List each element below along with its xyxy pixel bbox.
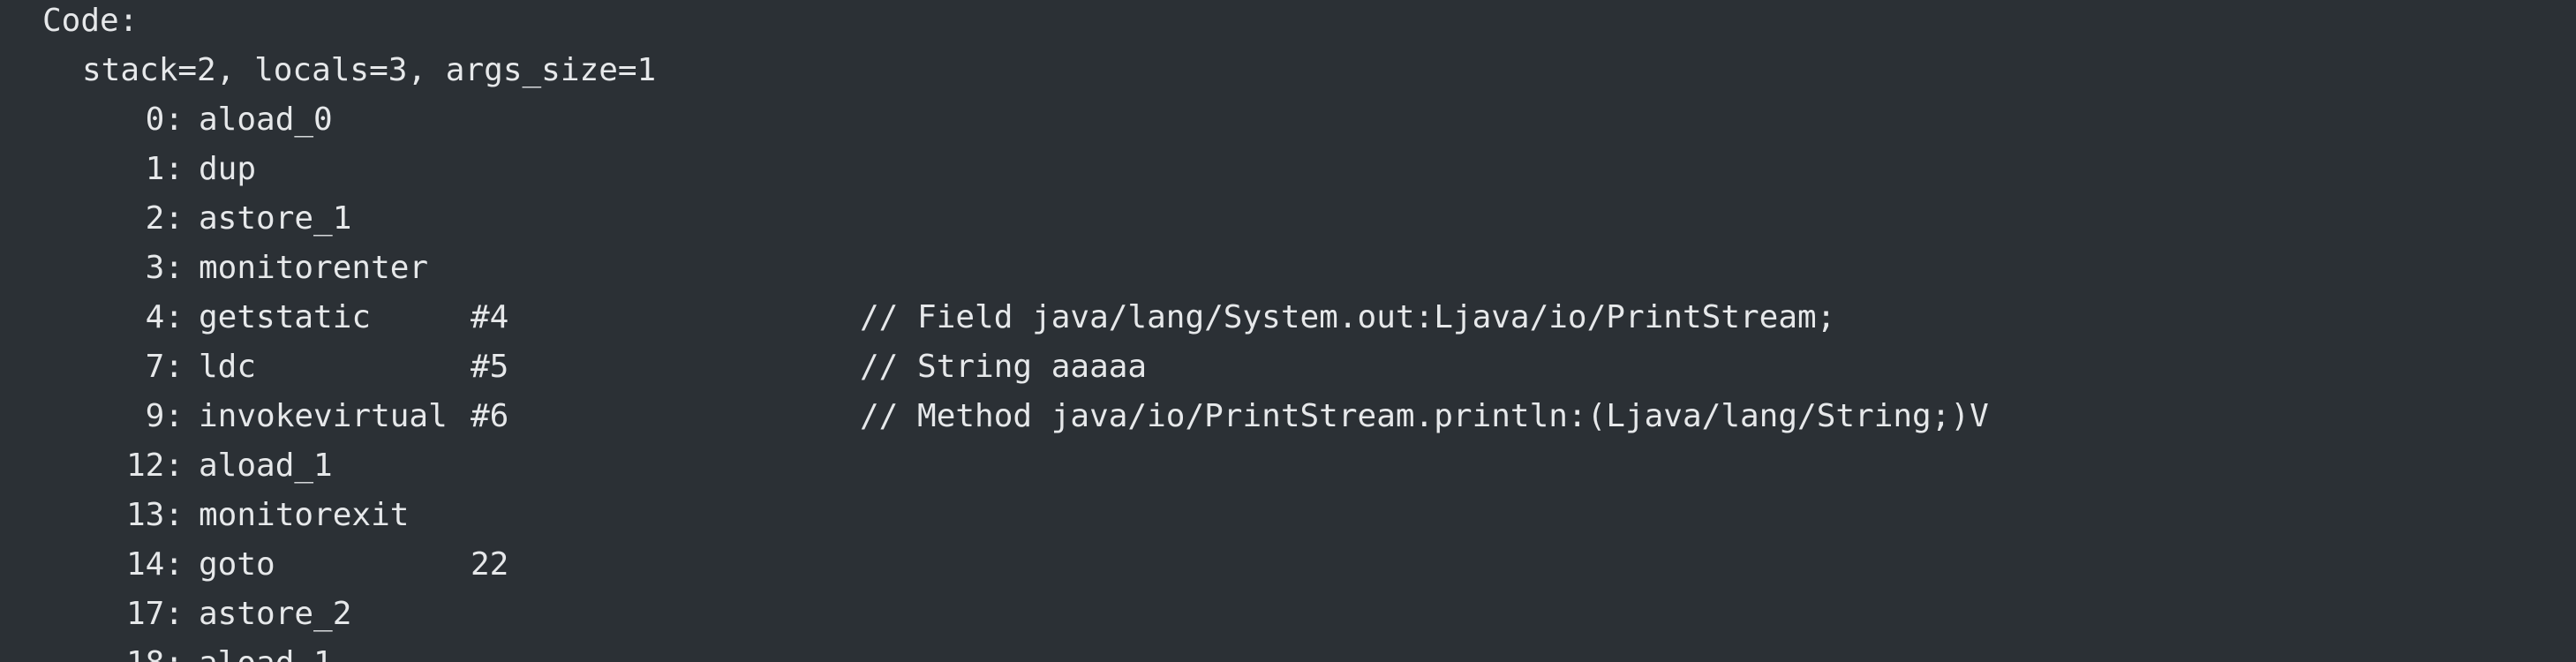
- instruction-opcode: monitorexit: [199, 497, 410, 533]
- instruction-opcode: invokevirtual: [199, 398, 448, 434]
- instruction-opcode: aload_0: [199, 102, 333, 138]
- instruction-opcode: astore_1: [199, 200, 352, 237]
- bytecode-listing: Code: stack=2, locals=3, args_size=1 0: a…: [0, 0, 2576, 662]
- instruction-opcode: aload_1: [199, 639, 333, 662]
- instruction-opcode: astore_2: [199, 596, 352, 632]
- code-header: Code:: [42, 3, 139, 39]
- instruction-argument: #6: [471, 398, 509, 434]
- instruction-argument: 22: [471, 546, 509, 583]
- instruction-opcode: ldc: [199, 349, 257, 385]
- instruction-offset: 0:: [145, 102, 184, 138]
- instruction-opcode: dup: [199, 151, 257, 187]
- instruction-opcode: goto: [199, 546, 275, 583]
- instruction-offset: 3:: [145, 250, 184, 286]
- instruction-opcode: getstatic: [199, 299, 372, 335]
- instruction-offset: 4:: [145, 299, 184, 335]
- instruction-offset: 12:: [125, 448, 184, 484]
- instruction-comment: // String aaaaa: [860, 349, 1148, 385]
- instruction-argument: #5: [471, 349, 509, 385]
- instruction-offset: 13:: [125, 497, 184, 533]
- instruction-offset: 1:: [145, 151, 184, 187]
- instruction-offset: 2:: [145, 200, 184, 237]
- instruction-opcode: monitorenter: [199, 250, 429, 286]
- instruction-argument: #4: [471, 299, 509, 335]
- code-meta: stack=2, locals=3, args_size=1: [82, 52, 657, 88]
- instruction-offset: 9:: [145, 398, 184, 434]
- instruction-offset: 17:: [125, 596, 184, 632]
- instruction-offset: 14:: [125, 546, 184, 583]
- instruction-comment: // Method java/io/PrintStream.println:(L…: [860, 398, 1989, 434]
- instruction-opcode: aload_1: [199, 448, 333, 484]
- instruction-comment: // Field java/lang/System.out:Ljava/io/P…: [860, 299, 1836, 335]
- instruction-offset: 18:: [85, 639, 184, 662]
- instruction-offset: 7:: [145, 349, 184, 385]
